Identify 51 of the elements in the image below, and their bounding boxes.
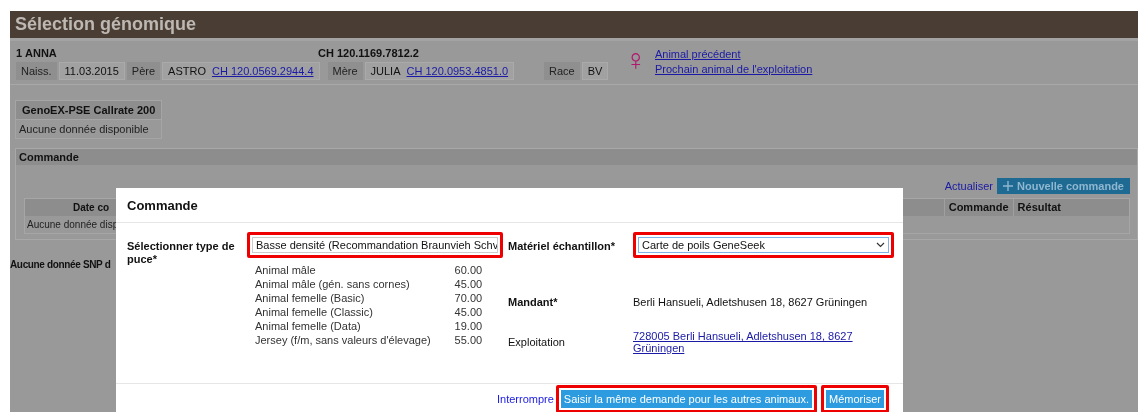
price-value: 45.00 [454,278,484,290]
field-label: Père [126,62,161,80]
dialog-title: Commande [116,188,903,223]
field-label: Mandant* [508,295,559,308]
column-header: Date co [73,202,110,213]
section-header: Commande [16,149,1137,165]
value-text: BV [587,65,603,77]
animal-id: CH 120.1169.7812.2 [318,47,419,59]
column-header: GenoEX-PSE Callrate 200 [15,100,162,120]
price-value: 45.00 [454,306,484,318]
animal-link[interactable]: CH 120.0569.2944.4 [211,65,314,77]
price-label: Animal mâle [255,264,317,276]
animal-name: ANNA [25,47,58,59]
sample-material-select[interactable]: Carte de poils GeneSeek [638,237,889,253]
action-button[interactable]: Saisir la même demande pour les autres animaux. [560,390,813,408]
chevron-down-icon [876,242,885,248]
refresh-link[interactable]: Actualiser [944,180,993,192]
column-header: Commande [943,199,1013,216]
page-title: Sélection génomique [15,14,197,35]
column-header: Résultat [1012,199,1065,216]
nav-link[interactable]: Prochain animal de l'exploitation [654,63,813,75]
price-label: Animal mâle (gén. sans cornes) [255,278,411,290]
animal-link[interactable]: CH 120.0953.4851.0 [406,65,509,77]
snp-note: Aucune donnée SNP d [10,259,111,270]
value-text: 11.03.2015 [64,65,119,77]
value-text: JULIA [370,65,401,77]
farm-link[interactable]: 728005 Berli Hansueli, Adletshusen 18, 8627 Grüningen [633,330,863,354]
price-label: Animal femelle (Data) [255,320,362,332]
new-order-button[interactable]: Nouvelle commande [997,178,1130,194]
price-value: 55.00 [454,334,484,346]
cancel-link[interactable]: Interrompre [497,393,554,405]
price-label: Jersey (f/m, sans valeurs d'élevage) [255,334,432,346]
price-value: 70.00 [454,292,484,304]
price-value: 60.00 [454,264,484,276]
field-label: Race [544,62,580,80]
price-label: Animal femelle (Classic) [255,306,374,318]
client-value: Berli Hansueli, Adletshusen 18, 8627 Grüningen [633,295,869,308]
action-button[interactable]: Mémoriser [826,390,884,408]
nav-link[interactable]: Animal précédent [654,48,813,60]
value-text: ASTRO [168,65,206,77]
field-label: Naiss. [16,62,57,80]
table-cell: Aucune donnée disponible [15,119,162,139]
field-label: Mère [327,62,363,80]
plus-icon [1003,181,1013,191]
field-label: Matériel échantillon* [508,239,616,252]
female-symbol: ♀ [624,47,647,78]
field-label: Exploitation [508,335,566,348]
price-value: 19.00 [454,320,484,332]
field-label: Sélectionner type de puce* [127,239,236,267]
animal-number: 1 [16,47,24,59]
price-label: Animal femelle (Basic) [255,292,366,304]
